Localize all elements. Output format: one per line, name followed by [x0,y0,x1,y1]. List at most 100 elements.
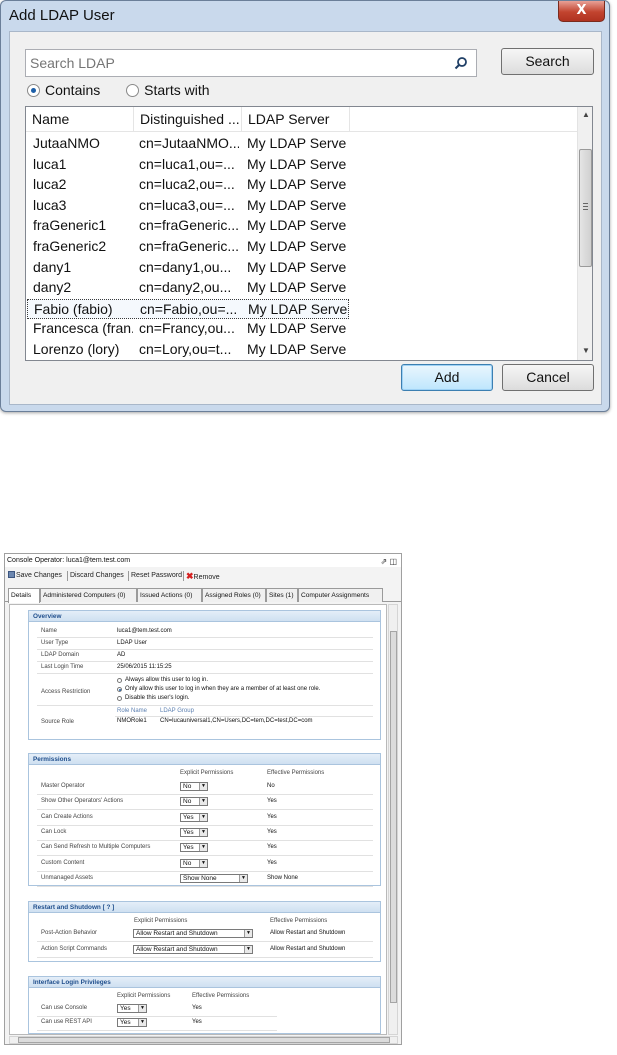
cell-server: My LDAP Server [247,135,347,151]
cell-server: My LDAP Server [247,176,347,193]
access-option-always[interactable]: Always allow this user to log in. [125,677,208,683]
cell-server: My LDAP Server [247,217,347,234]
interface-explicit-select[interactable]: Yes ▼ [117,1004,147,1013]
access-option-disable-radio[interactable] [117,696,122,701]
tab-details[interactable]: Details [8,588,40,603]
restart-explicit-select[interactable]: Allow Restart and Shutdown ▼ [133,929,253,938]
panel-hscroll-thumb[interactable] [18,1037,390,1043]
column-name[interactable]: Name [26,107,134,132]
scroll-thumb[interactable] [579,149,592,267]
permission-explicit-select[interactable]: No ▼ [180,858,208,868]
tab-computer-assignments[interactable]: Computer Assignments [298,588,383,602]
permission-explicit-select[interactable]: Yes ▼ [180,827,208,837]
list-item[interactable]: Francesca (fran... cn=Francy,ou... My LDAP… [27,319,349,339]
access-option-always-radio[interactable] [117,678,122,683]
close-button[interactable]: X [558,1,605,22]
reset-password-button[interactable]: Reset Password [131,569,182,583]
chevron-down-icon[interactable]: ▼ [138,1005,146,1012]
permission-label: Can Send Refresh to Multiple Computers [41,844,151,851]
permission-explicit-select[interactable]: Yes ▼ [180,843,208,853]
chevron-down-icon[interactable]: ▼ [244,946,252,953]
discard-changes-button[interactable]: Discard Changes [70,569,124,583]
restart-section: Restart and Shutdown [ ? ] Explicit Perm… [28,901,381,962]
tab-sites[interactable]: Sites (1) [266,588,298,602]
permission-explicit-select[interactable]: Yes ▼ [180,812,208,822]
permission-explicit-select-value: Yes [183,844,194,852]
search-field[interactable] [25,49,477,77]
ldap-user-list[interactable]: Name Distinguished ... LDAP Server Jutaa… [25,106,593,361]
window-controls-icon[interactable]: ⇗ ◫ [381,555,397,568]
remove-button[interactable]: ✖Remove [186,569,220,585]
radio-starts-with-label[interactable]: Starts with [144,82,209,98]
search-button[interactable]: Search [501,48,594,75]
scroll-up-arrow-icon[interactable]: ▲ [578,107,592,123]
access-option-disable[interactable]: Disable this user's login. [125,695,190,701]
access-option-member-radio[interactable] [117,687,122,692]
cell-dn: cn=luca2,ou=... [139,176,235,193]
chevron-down-icon[interactable]: ▼ [199,859,207,867]
dialog-title: Add LDAP User [9,7,115,24]
list-item[interactable]: luca1 cn=luca1,ou=... My LDAP Server [27,155,349,175]
panel-horizontal-scrollbar[interactable] [9,1036,398,1044]
list-item[interactable]: Lorenzo (lory) cn=Lory,ou=t... My LDAP Ser… [27,340,349,360]
list-scrollbar[interactable]: ▲ ▼ [577,107,592,360]
list-header: Name Distinguished ... LDAP Server [26,107,577,132]
panel-vscroll-thumb[interactable] [390,631,397,1003]
overview-section: Overview Name luca1@tem.test.com User Ty… [28,610,381,740]
restart-header: Restart and Shutdown [ ? ] [29,902,380,913]
panel-vertical-scrollbar[interactable] [388,604,398,1035]
save-changes-button[interactable]: Save Changes [8,569,62,583]
list-item[interactable]: fraGeneric1 cn=fraGeneric... My LDAP Serve… [27,216,349,236]
chevron-down-icon[interactable]: ▼ [239,874,247,882]
cell-server: My LDAP Server [247,279,347,296]
search-icon[interactable] [454,56,468,70]
interface-explicit-select[interactable]: Yes ▼ [117,1018,147,1027]
scroll-down-arrow-icon[interactable]: ▼ [578,343,592,359]
interface-effective-value: Yes [192,1019,202,1025]
cell-server: My LDAP Server [247,155,347,172]
access-option-member[interactable]: Only allow this user to log in when they… [125,686,320,692]
tab-administered-computers[interactable]: Administered Computers (0) [40,588,137,602]
restart-explicit-header: Explicit Permissions [134,918,188,924]
access-restriction-label: Access Restriction [41,689,91,695]
list-item[interactable]: JutaaNMO cn=JutaaNMO... My LDAP Server [27,134,349,154]
radio-starts-with[interactable] [126,84,140,97]
chevron-down-icon[interactable]: ▼ [199,844,207,852]
chevron-down-icon[interactable]: ▼ [199,813,207,821]
tab-assigned-roles[interactable]: Assigned Roles (0) [202,588,266,602]
interface-effective-value: Yes [192,1005,202,1011]
chevron-down-icon[interactable]: ▼ [244,930,252,937]
chevron-down-icon[interactable]: ▼ [199,798,207,806]
cancel-button[interactable]: Cancel [502,364,594,391]
chevron-down-icon[interactable]: ▼ [138,1019,146,1026]
permission-explicit-select[interactable]: No ▼ [180,797,208,807]
list-item[interactable]: Fabio (fabio) cn=Fabio,ou=... My LDAP Serv… [27,298,349,319]
cell-name: dany2 [33,279,72,296]
ldap-domain-label: LDAP Domain [41,652,79,658]
details-content: Overview Name luca1@tem.test.com User Ty… [9,604,387,1035]
radio-contains[interactable] [27,84,40,97]
list-item[interactable]: dany2 cn=dany2,ou... My LDAP Server [27,278,349,298]
list-item[interactable]: luca3 cn=luca3,ou=... My LDAP Server [27,196,349,216]
add-button[interactable]: Add [401,364,493,391]
cell-server: My LDAP Server [247,238,347,254]
chevron-down-icon[interactable]: ▼ [199,783,207,790]
column-ldap-server[interactable]: LDAP Server [242,107,350,132]
permission-explicit-select[interactable]: No ▼ [180,782,208,791]
cell-name: JutaaNMO [33,135,100,151]
chevron-down-icon[interactable]: ▼ [199,828,207,836]
list-item[interactable]: luca2 cn=luca2,ou=... My LDAP Server [27,175,349,195]
user-type-value: LDAP User [117,640,147,646]
tab-issued-actions[interactable]: Issued Actions (0) [137,588,202,602]
cell-name: luca1 [33,155,67,172]
add-ldap-user-dialog: Add LDAP User X Search Contains Starts w… [0,0,610,412]
permission-explicit-select[interactable]: Show None ▼ [180,873,248,883]
list-item[interactable]: fraGeneric2 cn=fraGeneric... My LDAP Serve… [27,237,349,257]
list-item[interactable]: dany1 cn=dany1,ou... My LDAP Server [27,258,349,278]
restart-explicit-select[interactable]: Allow Restart and Shutdown ▼ [133,945,253,954]
restart-explicit-select-value: Allow Restart and Shutdown [136,946,218,953]
radio-contains-label[interactable]: Contains [45,82,100,98]
interface-header: Interface Login Privileges [29,977,380,988]
search-input[interactable] [26,50,436,76]
column-distinguished-name[interactable]: Distinguished ... [134,107,242,132]
